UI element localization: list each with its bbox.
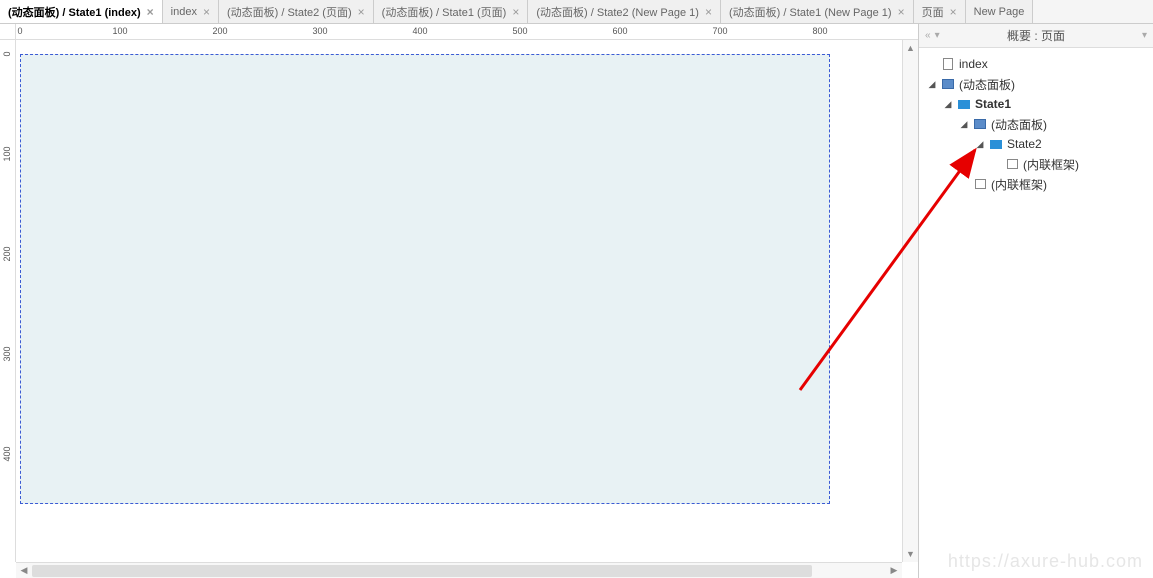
tab-newpage[interactable]: New Page (966, 0, 1034, 23)
ruler-horizontal: 0 100 200 300 400 500 600 700 800 (16, 24, 918, 40)
iframe-icon (973, 178, 987, 190)
ruler-tick: 300 (2, 346, 12, 361)
tree-item-state2[interactable]: ◢ State2 (923, 134, 1149, 154)
dropdown-icon[interactable]: ▾ (935, 30, 940, 41)
close-icon[interactable]: × (358, 5, 365, 19)
state-icon (957, 98, 971, 110)
tree-label: (内联框架) (1023, 156, 1079, 173)
ruler-tick: 300 (312, 26, 327, 36)
caret-down-icon[interactable]: ◢ (943, 99, 953, 110)
tree-item-dynamic-panel[interactable]: ◢ (动态面板) (923, 74, 1149, 94)
tab-label: 页面 (922, 4, 944, 20)
outline-tree: ▶ index ◢ (动态面板) ◢ State1 ◢ (动态面板) (919, 48, 1153, 200)
tab-bar: (动态面板) / State1 (index) × index × (动态面板)… (0, 0, 1153, 24)
ruler-tick: 800 (812, 26, 827, 36)
tree-item-index[interactable]: ▶ index (923, 54, 1149, 74)
panel-header: « ▾ 概要 : 页面 ▾ (919, 24, 1153, 48)
scroll-down-icon[interactable]: ▼ (903, 546, 918, 562)
ruler-tick: 400 (2, 446, 12, 461)
collapse-icon[interactable]: « (925, 30, 931, 41)
tree-item-iframe[interactable]: ▶ (内联框架) (923, 174, 1149, 194)
tab-label: (动态面板) / State1 (index) (8, 4, 141, 20)
close-icon[interactable]: × (950, 5, 957, 19)
ruler-tick: 0 (17, 26, 22, 36)
state-icon (989, 138, 1003, 150)
outline-panel: « ▾ 概要 : 页面 ▾ ▶ index ◢ (动态面板) ◢ (918, 24, 1153, 578)
ruler-tick: 500 (512, 26, 527, 36)
close-icon[interactable]: × (512, 5, 519, 19)
tree-item-iframe-inner[interactable]: ▶ (内联框架) (923, 154, 1149, 174)
tree-label: (动态面板) (991, 116, 1047, 133)
close-icon[interactable]: × (705, 5, 712, 19)
caret-down-icon[interactable]: ◢ (959, 119, 969, 130)
tab-label: (动态面板) / State1 (页面) (382, 4, 507, 20)
close-icon[interactable]: × (203, 5, 210, 19)
ruler-tick: 700 (712, 26, 727, 36)
tab-state2-page[interactable]: (动态面板) / State2 (页面) × (219, 0, 374, 23)
ruler-corner (0, 24, 16, 40)
caret-down-icon[interactable]: ◢ (927, 79, 937, 90)
ruler-tick: 0 (2, 51, 12, 56)
panel-icon (973, 118, 987, 130)
canvas-wrapper: 0 100 200 300 400 500 600 700 800 0 100 … (0, 24, 918, 578)
ruler-vertical: 0 100 200 300 400 (0, 40, 16, 562)
main-area: 0 100 200 300 400 500 600 700 800 0 100 … (0, 24, 1153, 578)
tree-label: State2 (1007, 137, 1042, 151)
watermark: https://axure-hub.com (948, 551, 1143, 572)
tree-item-state1[interactable]: ◢ State1 (923, 94, 1149, 114)
panel-menu-icon[interactable]: ▾ (1142, 30, 1147, 41)
tree-item-dynamic-panel-inner[interactable]: ◢ (动态面板) (923, 114, 1149, 134)
tree-label: (动态面板) (959, 76, 1015, 93)
dynamic-panel-frame[interactable] (20, 54, 830, 504)
tab-label: (动态面板) / State1 (New Page 1) (729, 4, 892, 20)
close-icon[interactable]: × (147, 5, 154, 19)
page-icon (941, 58, 955, 70)
tree-label: State1 (975, 97, 1011, 111)
tab-state1-index[interactable]: (动态面板) / State1 (index) × (0, 0, 163, 23)
tab-label: (动态面板) / State2 (页面) (227, 4, 352, 20)
ruler-tick: 100 (2, 146, 12, 161)
scrollbar-horizontal[interactable]: ◀ ▶ (16, 562, 902, 578)
canvas[interactable] (16, 40, 918, 562)
tree-label: index (959, 57, 988, 71)
close-icon[interactable]: × (898, 5, 905, 19)
tab-label: index (171, 6, 197, 18)
scroll-thumb[interactable] (32, 565, 812, 577)
scrollbar-vertical[interactable]: ▲ ▼ (902, 40, 918, 562)
panel-icon (941, 78, 955, 90)
ruler-tick: 100 (112, 26, 127, 36)
tab-state1-page[interactable]: (动态面板) / State1 (页面) × (374, 0, 529, 23)
panel-controls-left[interactable]: « ▾ (925, 30, 940, 41)
tab-label: (动态面板) / State2 (New Page 1) (536, 4, 699, 20)
tab-label: New Page (974, 6, 1025, 18)
iframe-icon (1005, 158, 1019, 170)
ruler-tick: 600 (612, 26, 627, 36)
tab-state2-newpage1[interactable]: (动态面板) / State2 (New Page 1) × (528, 0, 721, 23)
tab-state1-newpage1[interactable]: (动态面板) / State1 (New Page 1) × (721, 0, 914, 23)
ruler-tick: 400 (412, 26, 427, 36)
tree-label: (内联框架) (991, 176, 1047, 193)
tab-page[interactable]: 页面 × (914, 0, 966, 23)
scroll-right-icon[interactable]: ▶ (886, 563, 902, 578)
scroll-up-icon[interactable]: ▲ (903, 40, 918, 56)
panel-title: 概要 : 页面 (1007, 27, 1065, 44)
ruler-tick: 200 (212, 26, 227, 36)
tab-index[interactable]: index × (163, 0, 219, 23)
caret-down-icon[interactable]: ◢ (975, 139, 985, 150)
ruler-tick: 200 (2, 246, 12, 261)
scroll-left-icon[interactable]: ◀ (16, 563, 32, 578)
